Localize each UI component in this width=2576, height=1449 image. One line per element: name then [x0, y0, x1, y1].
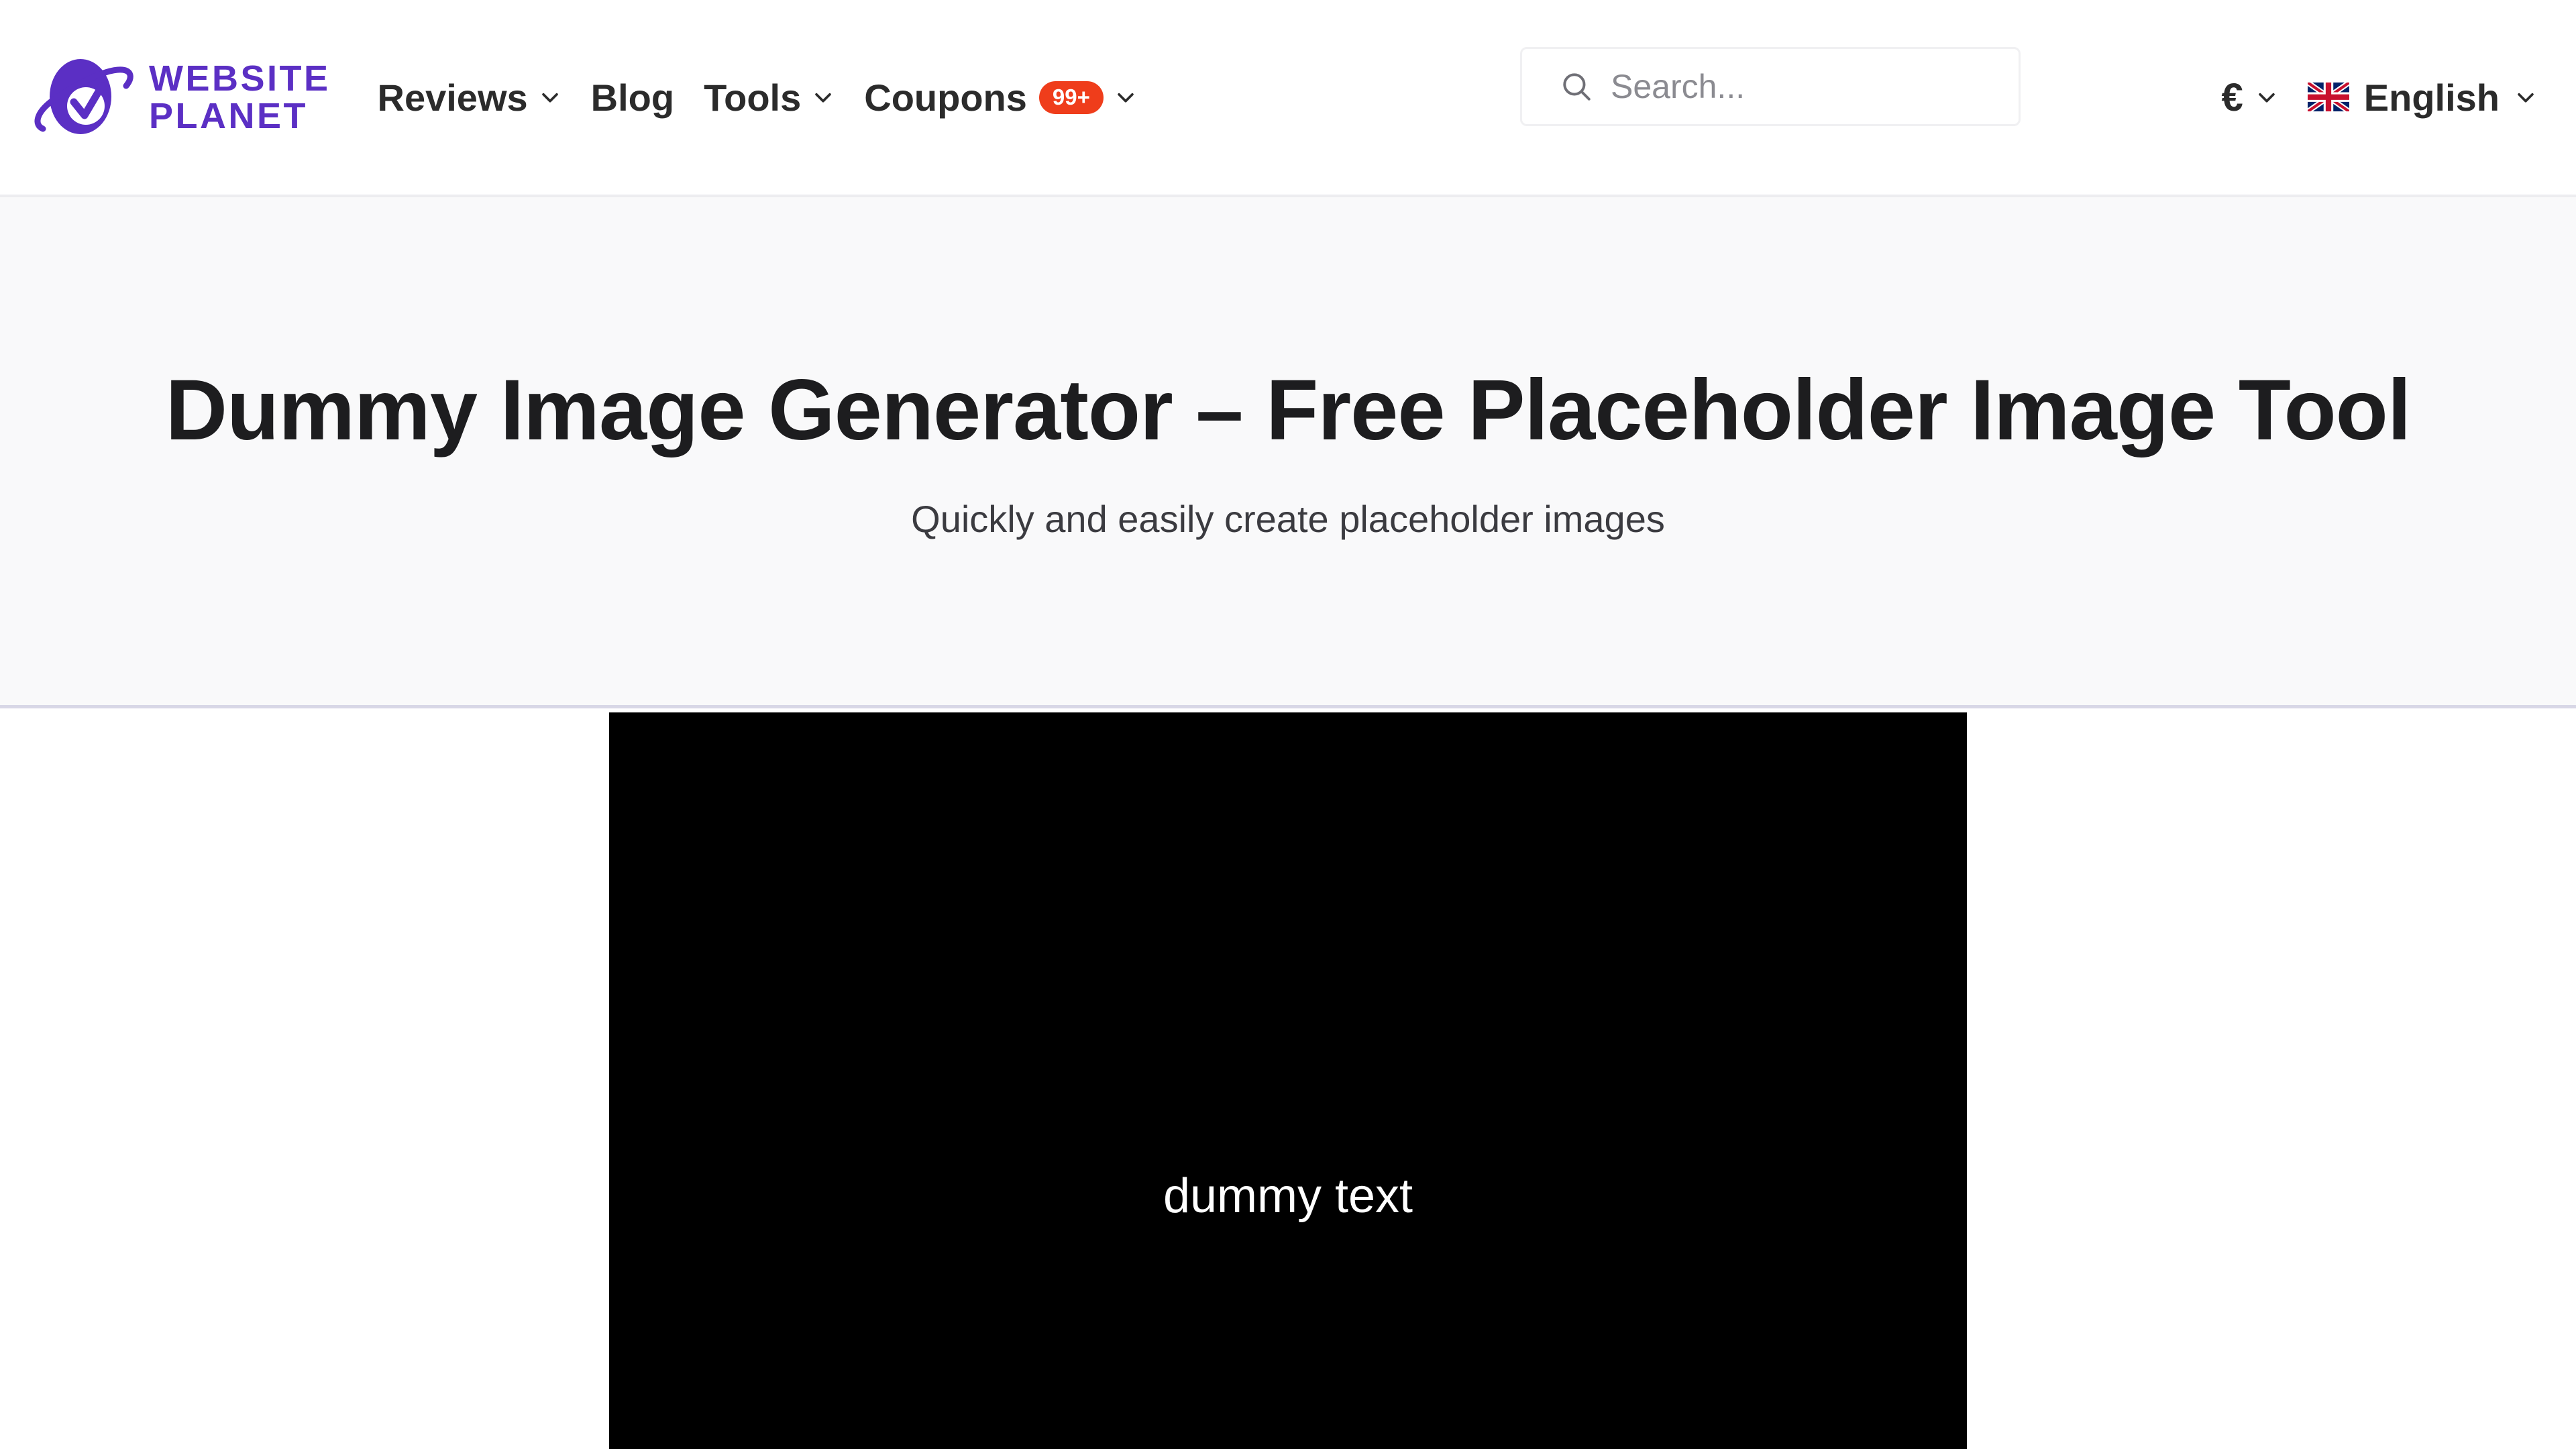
logo-line-1: WEBSITE [149, 58, 331, 99]
search-icon [1560, 70, 1593, 103]
nav-item-label: Blog [590, 76, 675, 119]
image-preview-area: dummy text [0, 708, 2576, 1449]
nav-item-reviews[interactable]: Reviews [363, 64, 576, 131]
language-selector[interactable]: English [2290, 76, 2544, 119]
currency-symbol: € [2221, 75, 2243, 119]
chevron-down-icon [2255, 86, 2278, 109]
page-title: Dummy Image Generator – Free Placeholder… [165, 362, 2412, 459]
logo-line-2: PLANET [149, 96, 308, 136]
generated-placeholder-image: dummy text [609, 712, 1967, 1449]
hero-section: Dummy Image Generator – Free Placeholder… [0, 197, 2576, 708]
logo-wordmark: WEBSITE PLANET [149, 60, 331, 135]
uk-flag-icon [2306, 80, 2351, 114]
planet-orbit-icon [32, 54, 140, 141]
chevron-down-icon [2514, 86, 2537, 109]
nav-item-label: Reviews [377, 76, 528, 119]
language-label: English [2363, 76, 2500, 119]
search-input[interactable] [1611, 67, 1986, 106]
nav-item-coupons[interactable]: Coupons 99+ [849, 64, 1152, 131]
placeholder-image-text: dummy text [1163, 1169, 1413, 1223]
chevron-down-icon [539, 86, 561, 109]
site-logo[interactable]: WEBSITE PLANET [32, 54, 331, 141]
currency-selector[interactable]: € [2210, 75, 2290, 120]
nav-item-label: Coupons [864, 76, 1027, 119]
page-subtitle: Quickly and easily create placeholder im… [911, 497, 1665, 540]
nav-item-blog[interactable]: Blog [576, 64, 689, 131]
header-utility-group: € English [2210, 0, 2544, 195]
chevron-down-icon [812, 86, 835, 109]
nav-item-tools[interactable]: Tools [689, 64, 849, 131]
main-navigation: Reviews Blog Tools Coupons 99+ [363, 64, 1152, 131]
chevron-down-icon [1114, 86, 1137, 109]
search-box[interactable] [1520, 47, 2021, 126]
nav-item-label: Tools [704, 76, 802, 119]
coupons-count-badge: 99+ [1038, 80, 1104, 114]
site-header: WEBSITE PLANET Reviews Blog Tools Coupon… [0, 0, 2576, 197]
